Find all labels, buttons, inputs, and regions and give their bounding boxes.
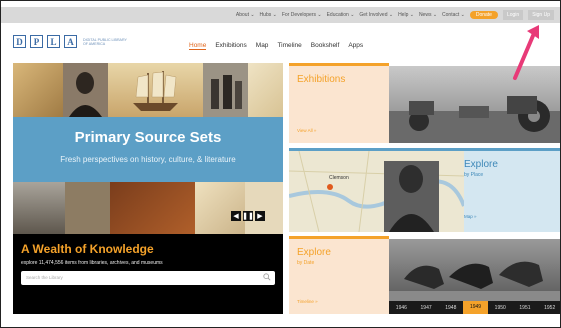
timeline-year-bar: 1946 1947 1948 1949 1950 1951 1952 [389,301,560,314]
exhibitions-panel: Exhibitions View All » [289,63,389,143]
nav-hubs[interactable]: Hubs ⌄ [260,12,277,18]
nav-for-developers[interactable]: For Developers ⌄ [282,12,322,18]
nav-contact[interactable]: Contact ⌄ [442,12,465,18]
login-button[interactable]: Login [502,10,524,20]
explore-date-subtitle: by Date [297,260,315,266]
logo-letter-a: A [64,35,77,48]
explore-place-subtitle: by Place [464,172,484,178]
explore-date-timeline-link[interactable]: Timeline » [297,299,318,304]
explore-date-title: Explore [297,247,331,258]
carousel-prev-icon[interactable]: ◀ [231,211,241,221]
portrait-photo-2 [65,182,110,234]
year-1950[interactable]: 1950 [488,305,513,311]
carousel-pause-icon[interactable]: ❚❚ [242,211,254,221]
nav-apps[interactable]: Apps [348,42,363,50]
horse-race-illustration [389,261,560,301]
chest-artifact-photo [110,182,195,234]
ship-painting [108,63,203,117]
explore-date-panel: Explore by Date Timeline » [289,236,389,314]
exhibitions-title: Exhibitions [297,74,346,85]
logo-letter-p: P [30,35,43,48]
year-1946[interactable]: 1946 [389,305,414,311]
dpla-logo[interactable]: D P L A DIGITAL PUBLIC LIBRARY OF AMERIC… [13,35,127,48]
wealth-of-knowledge-panel: A Wealth of Knowledge explore 11,474,556… [13,234,283,314]
map-preview: Clemson [289,148,464,232]
hero-photo-strip[interactable] [13,182,283,234]
building-photo [13,182,65,234]
nav-education[interactable]: Education ⌄ [327,12,355,18]
year-1947[interactable]: 1947 [414,305,439,311]
main-nav: Home Exhibitions Map Timeline Bookshelf … [189,42,363,50]
site-header: D P L A DIGITAL PUBLIC LIBRARY OF AMERIC… [1,35,560,59]
carousel-controls: ◀ ❚❚ ▶ [231,211,265,221]
donate-button[interactable]: Donate [469,11,498,19]
explore-place-title: Explore [464,159,498,170]
search-placeholder[interactable]: Search the Library [26,275,63,280]
wealth-title: A Wealth of Knowledge [21,242,154,256]
people-icon [211,75,242,109]
explore-by-date-tile[interactable]: Explore by Date Timeline » 1946 1947 194… [289,236,560,314]
document-photo [245,182,283,234]
horse-race-photo [389,239,560,301]
utility-nav: About ⌄ Hubs ⌄ For Developers ⌄ Educatio… [236,10,554,20]
collage-photo-tile [13,63,63,117]
nav-get-involved[interactable]: Get Involved ⌄ [359,12,393,18]
hero-subtitle: Fresh perspectives on history, culture, … [60,155,236,164]
nav-timeline[interactable]: Timeline [277,42,301,50]
explore-by-place-tile[interactable]: Clemson Explore by Place Map » [289,148,560,232]
map-place-label: Clemson [329,175,349,181]
hero-image-collage[interactable] [13,63,283,117]
carousel-next-icon[interactable]: ▶ [255,211,265,221]
logo-letter-l: L [47,35,60,48]
search-icon[interactable] [263,273,271,281]
hero-title: Primary Source Sets [74,129,222,146]
year-1948[interactable]: 1948 [438,305,463,311]
nav-home[interactable]: Home [189,42,207,50]
nav-exhibitions[interactable]: Exhibitions [215,42,246,50]
library-search[interactable]: Search the Library [21,271,275,285]
primary-source-sets-banner[interactable]: Primary Source Sets Fresh perspectives o… [13,117,283,182]
year-1951[interactable]: 1951 [513,305,538,311]
year-1952[interactable]: 1952 [537,305,560,311]
exhibitions-view-all-link[interactable]: View All » [297,128,316,133]
logo-text-line1: DIGITAL PUBLIC LIBRARY [83,37,127,42]
ship-icon [133,71,178,111]
sheet-music-photo [195,182,245,234]
logo-text: DIGITAL PUBLIC LIBRARY OF AMERICA [83,38,127,46]
nav-news[interactable]: News ⌄ [419,12,437,18]
signup-button[interactable]: Sign Up [528,10,554,20]
logo-text-line2: OF AMERICA [83,41,106,46]
portrait-silhouette [69,72,102,117]
manuscript-tile [248,63,283,117]
nav-about[interactable]: About ⌄ [236,12,255,18]
browser-page: About ⌄ Hubs ⌄ For Developers ⌄ Educatio… [0,0,561,328]
nav-bookshelf[interactable]: Bookshelf [311,42,340,50]
map-illustration [289,151,464,232]
portrait-photo [63,63,108,117]
explore-place-panel: Explore by Place Map » [464,148,560,232]
nav-map[interactable]: Map [256,42,269,50]
vintage-group-photo [203,63,248,117]
wealth-description: explore 11,474,556 items from libraries,… [21,260,163,266]
logo-letter-d: D [13,35,26,48]
explore-place-map-link[interactable]: Map » [464,214,477,219]
nav-help[interactable]: Help ⌄ [398,12,414,18]
annotation-arrow-icon [513,25,539,80]
map-pin-icon[interactable] [327,184,333,190]
year-1949-selected[interactable]: 1949 [463,301,488,314]
